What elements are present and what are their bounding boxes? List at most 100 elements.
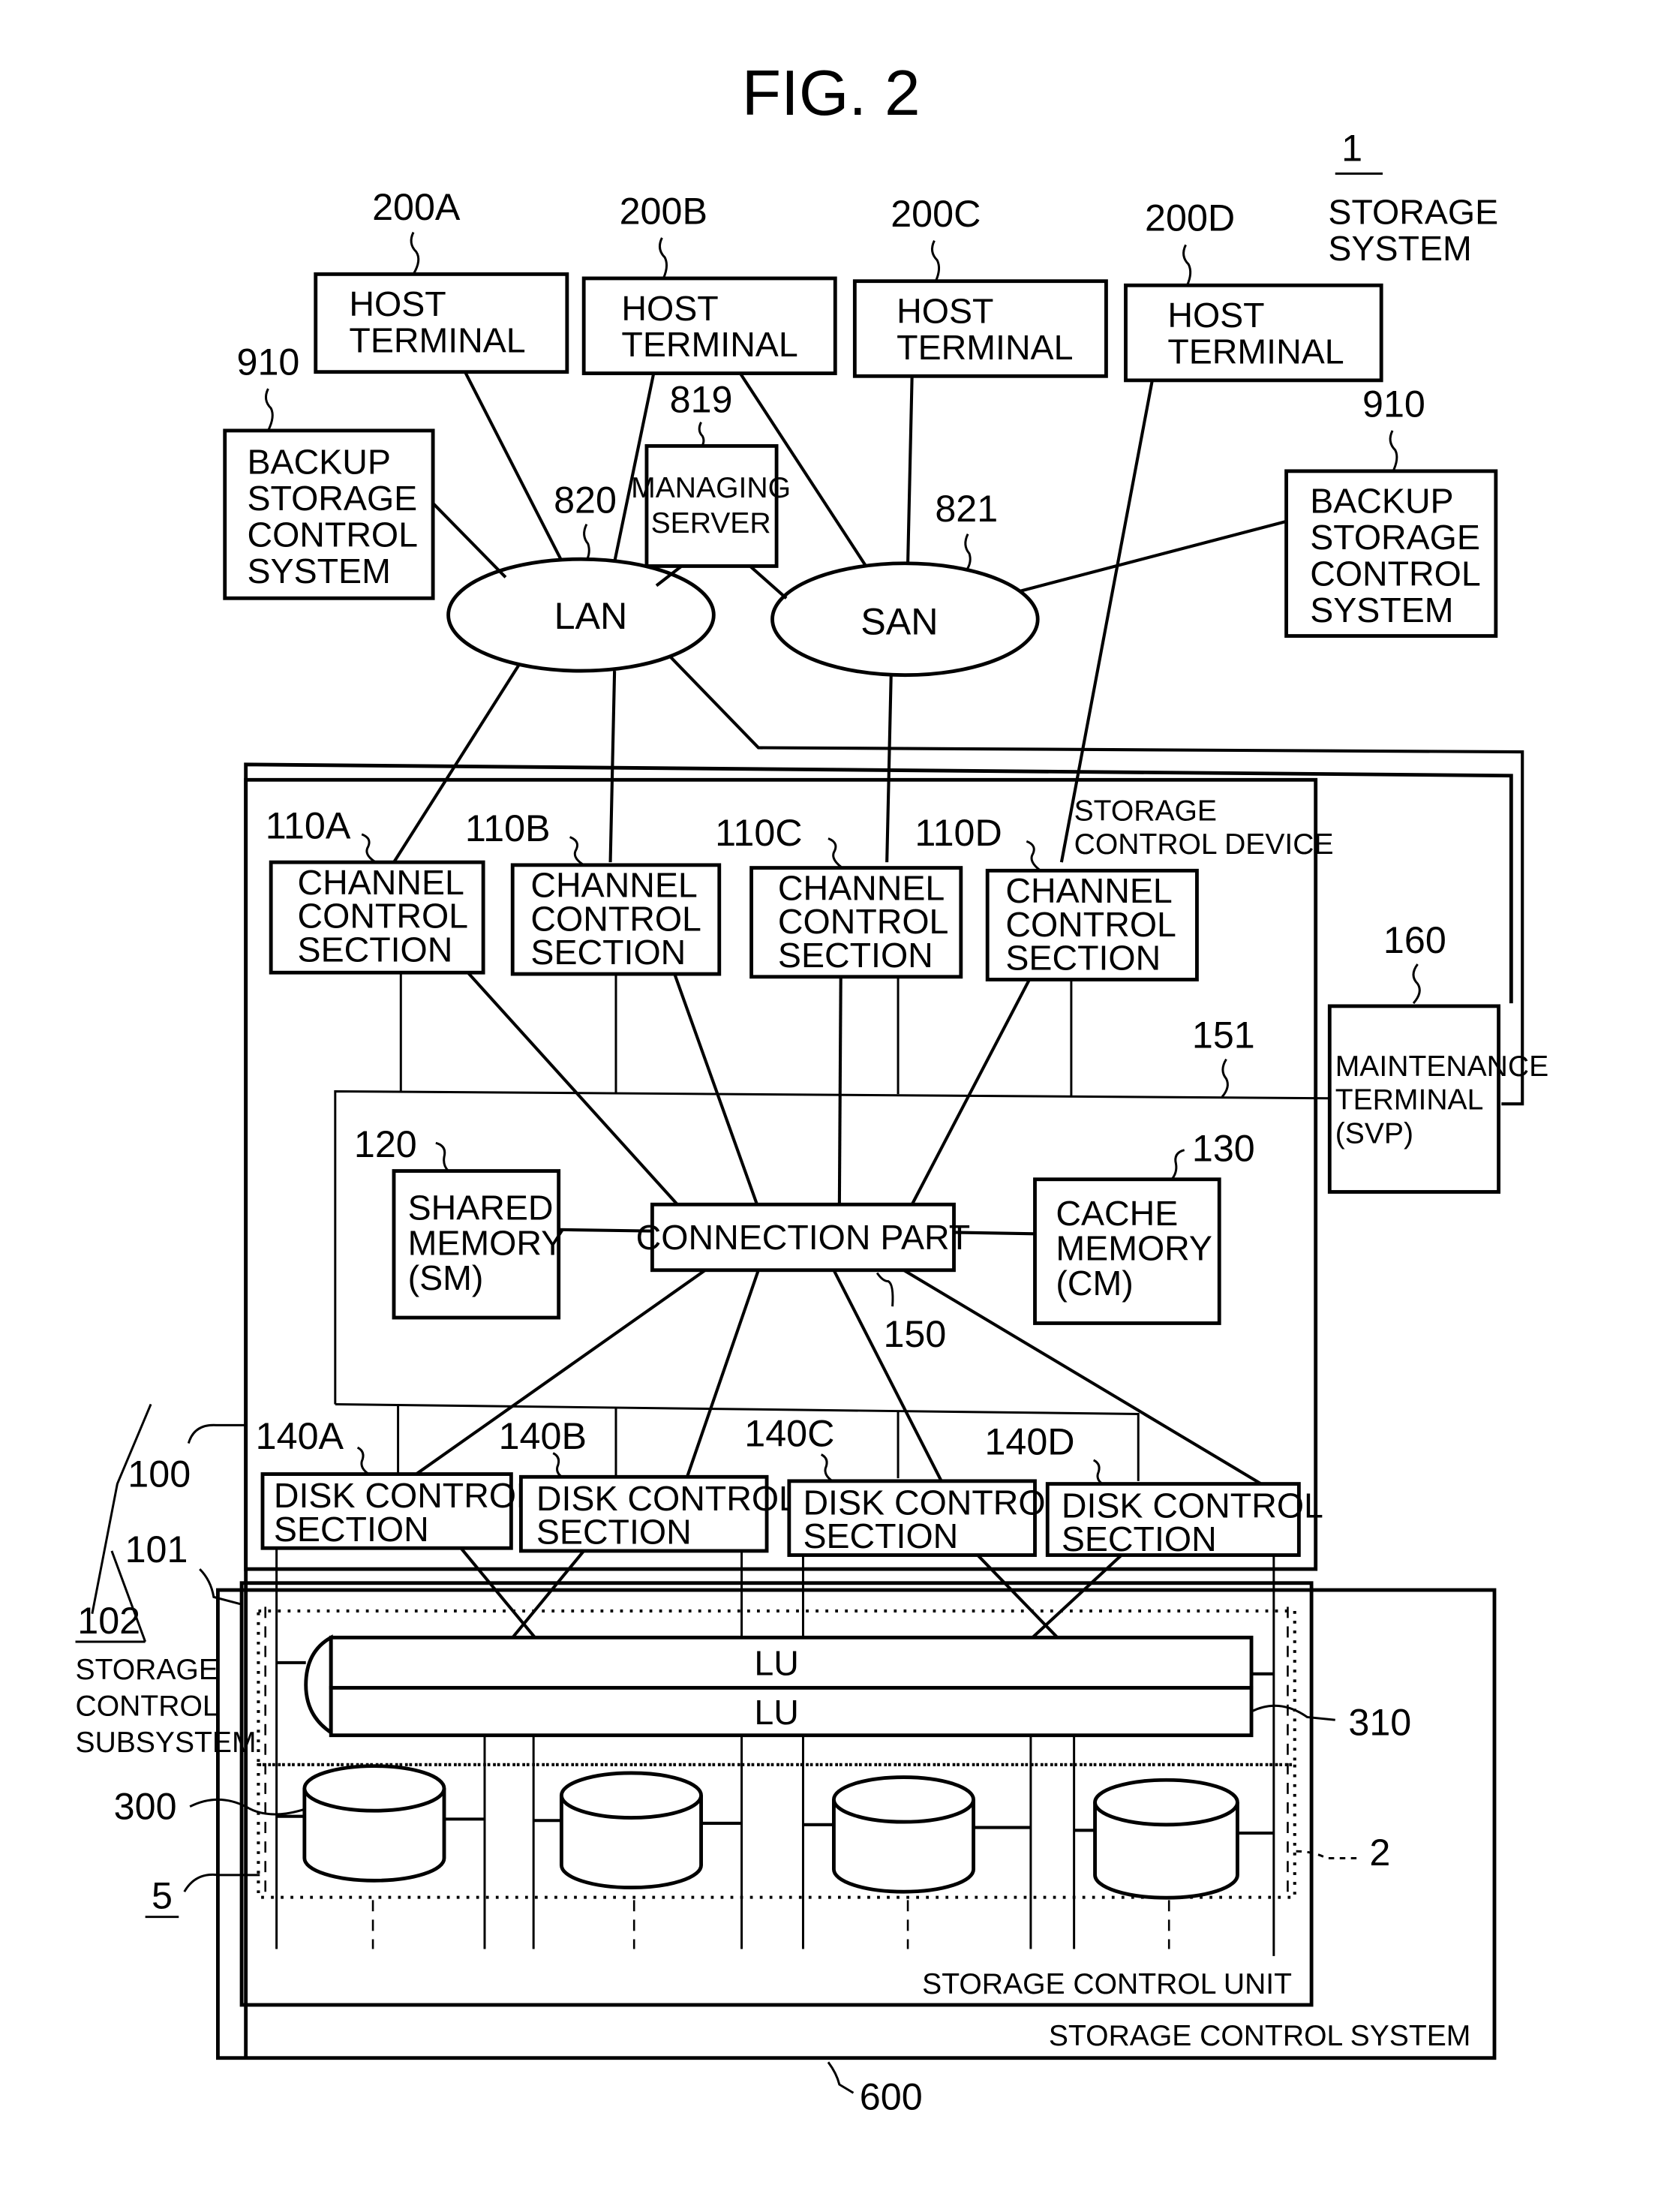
- managing-server-box: [644, 443, 779, 568]
- maintenance-ref: 160: [1383, 919, 1446, 961]
- disk-label-2: SECTION: [536, 1513, 692, 1552]
- storage-control-device-label-2: CONTROL DEVICE: [1074, 828, 1334, 861]
- ref-leader: [827, 837, 843, 869]
- subsystem-label-2: CONTROL: [76, 1691, 219, 1723]
- disk-drive: [276, 1764, 485, 1883]
- link: [511, 1549, 585, 1639]
- channel-ref: 110C: [715, 812, 802, 854]
- storage-system-diagram: FIG. 2 1 STORAGE SYSTEM 200A HOST TERMIN…: [76, 57, 1549, 2117]
- disk-top: [559, 1771, 703, 1820]
- ref-leader: [356, 1446, 370, 1475]
- subsystem-label-1: STORAGE: [76, 1654, 218, 1686]
- disk-control-section-140a: 140A DISK CONTROL SECTION: [256, 1415, 536, 1550]
- shared-memory-label-1: SHARED: [408, 1189, 554, 1228]
- host-label-2: TERMINAL: [1167, 332, 1344, 371]
- maintenance-label-1: MAINTENANCE: [1335, 1050, 1548, 1083]
- cache-memory-ref: 130: [1192, 1128, 1255, 1170]
- ref-leader: [1092, 1459, 1106, 1486]
- figure-title: FIG. 2: [742, 57, 921, 129]
- disk-ref: 140B: [499, 1415, 587, 1457]
- disk-label-2: SECTION: [274, 1510, 429, 1549]
- link-ch110c-conn: [837, 976, 843, 1205]
- host-ref: 200A: [372, 186, 461, 228]
- host-label-1: HOST: [897, 292, 993, 331]
- channel-ref: 110D: [915, 812, 1002, 854]
- backup-label-2: STORAGE: [248, 479, 418, 518]
- link-200d-ch110d: [1059, 380, 1154, 863]
- storage-system-label-2: SYSTEM: [1328, 229, 1471, 268]
- disk-top: [831, 1775, 976, 1824]
- host-ref: 200D: [1145, 197, 1235, 239]
- lan-label: LAN: [554, 595, 628, 637]
- backup-storage-control-system-right: 910 BACKUP STORAGE CONTROL SYSTEM: [1284, 383, 1498, 638]
- disk-drives: [276, 1764, 1274, 1900]
- managing-server: 819 MANAGING SERVER: [631, 379, 791, 568]
- cache-memory-label-3: (CM): [1056, 1264, 1133, 1303]
- backup-label-1: BACKUP: [248, 443, 391, 482]
- ref-leader: [1170, 1149, 1185, 1180]
- ref-600-leader: [827, 2061, 855, 2094]
- disk-top: [302, 1764, 446, 1813]
- disk-ref: 140D: [984, 1420, 1074, 1462]
- shared-memory-label-2: MEMORY: [408, 1223, 565, 1262]
- managing-server-ref: 819: [670, 379, 733, 421]
- host-terminal-200b: 200B HOST TERMINAL: [581, 190, 837, 375]
- ref-leader: [435, 1141, 449, 1172]
- ref-2-leader: [1296, 1850, 1358, 1859]
- host-label-1: HOST: [1167, 296, 1264, 335]
- ref-310: 310: [1348, 1702, 1411, 1744]
- channel-ref: 110A: [266, 804, 351, 846]
- channel-label-3: SECTION: [298, 930, 453, 969]
- link-200c-san: [906, 376, 914, 564]
- shared-memory: 120 SHARED MEMORY (SM): [354, 1123, 565, 1320]
- ref-leader: [931, 240, 941, 282]
- storage-control-unit-label: STORAGE CONTROL UNIT: [922, 1968, 1292, 2000]
- link-backup-left-lan: [431, 502, 507, 579]
- channel-label-3: SECTION: [1005, 938, 1161, 977]
- backup-ref: 910: [237, 341, 300, 383]
- ref-310-leader: [1251, 1704, 1335, 1721]
- disk-drive: [533, 1771, 742, 1889]
- backup-label-1: BACKUP: [1310, 482, 1453, 521]
- ref-leader: [820, 1453, 833, 1483]
- ref-5: 5: [152, 1875, 173, 1917]
- ref-101: 101: [125, 1528, 188, 1570]
- disk-ref: 140A: [256, 1415, 344, 1457]
- maintenance-label-2: TERMINAL: [1335, 1084, 1484, 1117]
- host-label-1: HOST: [349, 284, 446, 323]
- ref-leader: [410, 231, 420, 275]
- ref-102: 102: [77, 1600, 140, 1642]
- disk-label-2: SECTION: [1062, 1519, 1217, 1558]
- subsystem-label-3: SUBSYSTEM: [76, 1727, 257, 1759]
- disk-drive: [803, 1775, 1031, 1894]
- host-terminal-200c: 200C HOST TERMINAL: [852, 193, 1108, 378]
- backup-storage-control-system-left: 910 BACKUP STORAGE CONTROL SYSTEM: [223, 341, 435, 600]
- storage-system-label-1: STORAGE: [1328, 192, 1498, 231]
- lu-label-1: LU: [754, 1644, 798, 1683]
- link-ch110b-conn: [673, 973, 758, 1205]
- lu-cylinder-end: [304, 1634, 333, 1736]
- host-ref: 200B: [620, 190, 707, 232]
- ref-leader: [1182, 244, 1192, 286]
- ref-leader: [264, 388, 274, 431]
- managing-server-label-2: SERVER: [651, 507, 771, 539]
- ref-5-leader: [183, 1873, 260, 1892]
- shared-memory-ref: 120: [354, 1123, 417, 1165]
- shared-memory-label-3: (SM): [408, 1258, 484, 1297]
- backup-label-2: STORAGE: [1310, 518, 1480, 557]
- link-backup-right-san: [1019, 519, 1287, 593]
- maintenance-label-3: (SVP): [1335, 1117, 1413, 1150]
- storage-control-device-label-1: STORAGE: [1074, 795, 1217, 827]
- connection-part-ref: 150: [883, 1313, 946, 1355]
- disk-label-2: SECTION: [803, 1516, 958, 1555]
- host-label-2: TERMINAL: [897, 328, 1073, 367]
- cache-memory: 130 CACHE MEMORY (CM): [1033, 1128, 1255, 1325]
- ref-leader: [361, 833, 377, 864]
- ref-leader: [876, 1272, 894, 1307]
- backup-label-4: SYSTEM: [1310, 591, 1453, 630]
- backup-label-3: CONTROL: [1310, 555, 1481, 594]
- ref-leader: [658, 237, 668, 279]
- logical-units: LU LU: [276, 1634, 1274, 1738]
- ref-leader: [1412, 963, 1421, 1005]
- ref-2: 2: [1369, 1832, 1390, 1874]
